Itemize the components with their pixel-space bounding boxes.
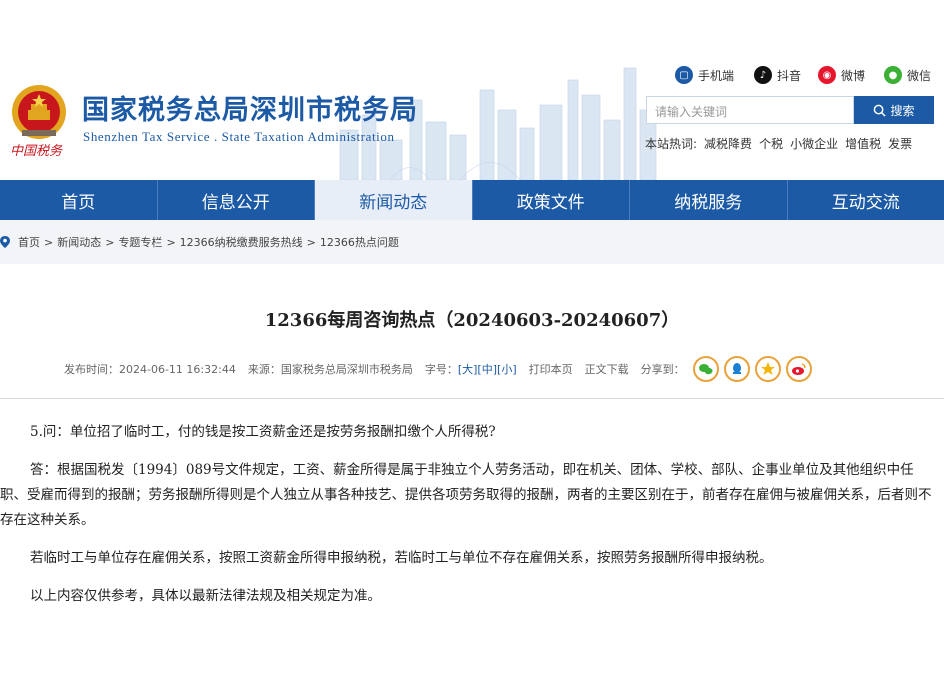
article-body: 5.问：单位招了临时工，付的钱是按工资薪金还是按劳务报酬扣缴个人所得税? 答：根…	[0, 420, 944, 622]
social-label: 手机端	[698, 68, 735, 83]
weibo-icon: ◉	[818, 66, 836, 84]
social-mobile-link[interactable]: ▢ 手机端	[675, 66, 734, 84]
publish-time: 2024-06-11 16:32:44	[119, 362, 236, 376]
nav-item-home[interactable]: 首页	[0, 180, 158, 220]
weibo-share-icon[interactable]	[785, 356, 812, 382]
social-label: 微博	[841, 68, 866, 83]
hot-word-link[interactable]: 小微企业	[790, 135, 838, 152]
site-subtitle: Shenzhen Tax Service . State Taxation Ad…	[83, 129, 395, 144]
social-douyin-link[interactable]: ♪ 抖音	[754, 66, 801, 84]
wechat-icon: ●	[884, 66, 902, 84]
article-paragraph: 若临时工与单位存在雇佣关系，按照工资薪金所得申报纳税，若临时工与单位不存在雇佣关…	[30, 550, 773, 566]
hot-word-link[interactable]: 减税降费	[704, 135, 752, 152]
article-title: 12366每周咨询热点（20240603-20240607）	[264, 310, 680, 331]
social-weibo-link[interactable]: ◉ 微博	[818, 66, 865, 84]
hot-word-link[interactable]: 个税	[759, 135, 783, 152]
hot-words-label: 本站热词:	[645, 137, 698, 151]
social-wechat-link[interactable]: ● 微信	[884, 66, 931, 84]
qq-share-icon[interactable]	[723, 356, 750, 382]
qzone-share-icon[interactable]	[754, 356, 781, 382]
share-label: 分享到：	[640, 363, 685, 376]
tax-brand-caption: 中国税务	[10, 144, 63, 159]
article-question: 5.问：单位招了临时工，付的钱是按工资薪金还是按劳务报酬扣缴个人所得税?	[30, 424, 496, 440]
nav-item-service[interactable]: 纳税服务	[630, 180, 788, 220]
nav-item-interaction[interactable]: 互动交流	[788, 180, 944, 220]
article-meta: 发布时间： 2024-06-11 16:32:44 来源： 国家税务总局深圳市税…	[64, 356, 812, 382]
national-emblem-logo	[12, 85, 66, 139]
hot-word-link[interactable]: 发票	[888, 135, 912, 152]
font-size-medium-button[interactable]: 中	[482, 361, 493, 377]
search-button[interactable]: 搜索	[854, 96, 934, 124]
breadcrumb-link[interactable]: 专题专栏	[118, 234, 162, 250]
publish-label: 发布时间：	[64, 363, 119, 376]
article-source: 国家税务总局深圳市税务局	[280, 363, 413, 376]
download-text-link[interactable]: 正文下载	[585, 361, 629, 377]
share-buttons	[692, 356, 812, 382]
wechat-share-icon[interactable]	[692, 356, 719, 382]
breadcrumb: 首页 > 新闻动态 > 专题专栏 > 12366纳税缴费服务热线 > 12366热点问题	[0, 220, 944, 264]
nav-item-news[interactable]: 新闻动态	[315, 180, 473, 220]
font-size-large-button[interactable]: 大	[462, 361, 473, 377]
main-nav: 首页 信息公开 新闻动态 政策文件 纳税服务 互动交流	[0, 180, 944, 220]
social-label: 微信	[907, 68, 932, 83]
nav-item-policy[interactable]: 政策文件	[473, 180, 630, 220]
breadcrumb-link[interactable]: 12366热点问题	[320, 234, 399, 250]
print-page-link[interactable]: 打印本页	[529, 361, 573, 377]
site-header: 中国税务 国家税务总局深圳市税务局 Shenzhen Tax Service .…	[0, 0, 944, 180]
search-input[interactable]: 请输入关键词	[646, 96, 854, 124]
breadcrumb-link[interactable]: 12366纳税缴费服务热线	[180, 234, 303, 250]
article-divider	[0, 398, 944, 399]
social-label: 抖音	[777, 68, 802, 83]
search-button-label: 搜索	[890, 103, 915, 118]
hot-words: 本站热词: 减税降费 个税 小微企业 增值税 发票	[645, 135, 912, 152]
location-pin-icon	[0, 236, 10, 248]
article-paragraph: 以上内容仅供参考，具体以最新法律法规及相关规定为准。	[30, 588, 381, 604]
breadcrumb-link[interactable]: 首页	[18, 234, 40, 250]
mobile-icon: ▢	[675, 66, 693, 84]
nav-item-info[interactable]: 信息公开	[158, 180, 315, 220]
article-answer: 答：根据国税发〔1994〕089号文件规定，工资、薪金所得是属于非独立个人劳务活…	[0, 462, 932, 528]
search-icon	[874, 104, 887, 117]
hot-word-link[interactable]: 增值税	[845, 135, 881, 152]
site-title[interactable]: 国家税务总局深圳市税务局	[82, 88, 418, 127]
breadcrumb-link[interactable]: 新闻动态	[57, 234, 101, 250]
douyin-icon: ♪	[754, 66, 772, 84]
font-size-label: 字号：	[424, 363, 458, 376]
font-size-small-button[interactable]: 小	[501, 361, 512, 377]
source-label: 来源：	[247, 363, 281, 376]
